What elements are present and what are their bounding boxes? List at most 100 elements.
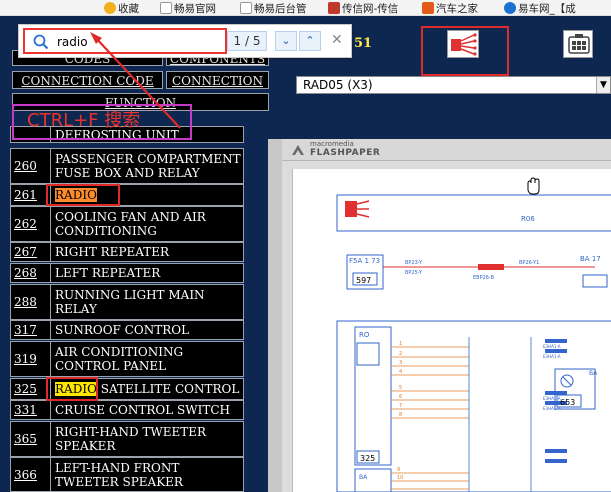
pin-number: 2 [399,351,402,357]
star-icon [104,2,116,14]
row-title: AIR CONDITIONING CONTROL PANEL [53,342,241,376]
find-prev-button[interactable]: ⌃ [299,31,321,51]
left-panel-edge [268,139,282,492]
connector-pins-icon [451,33,477,56]
module-code: 325 [360,454,375,463]
pin-number: 7 [399,403,402,409]
find-match-count: 1 / 5 [227,31,267,51]
row-number[interactable]: 260 [11,149,51,183]
row-title-text: LEFT-HAND FRONT TWEETER SPEAKER [55,460,183,489]
bookmarks-bar: 收藏 畅易官网 畅易后台管 传信网-传信 汽车之家 易车网_【成 [0,0,611,16]
annotation-arrow [90,32,181,129]
pin-number: 3 [399,360,402,366]
bookmark-changyi-site[interactable]: 畅易官网 [160,1,216,16]
bookmark-label: 易车网_【成 [518,3,576,15]
wiring-diagram: R06 F5A 1 73 597 EBP26-B BP23-Y BP25-Y B… [336,177,611,492]
connector-select[interactable]: RAD05 (X3) ▼ [296,76,611,94]
table-row[interactable]: 260 PASSENGER COMPARTMENT FUSE BOX AND RE… [10,148,244,184]
pin-number: 6 [399,394,402,400]
row-number[interactable]: 366 [11,458,51,491]
row-title: LEFT REPEATER [53,264,241,282]
module-code: 653 [560,398,575,407]
table-row[interactable]: 365 RIGHT-HAND TWEETER SPEAKER [10,421,244,457]
connector-diagram-button[interactable] [447,30,479,58]
row-title-text: RIGHT REPEATER [55,245,170,259]
row-title: PASSENGER COMPARTMENT FUSE BOX AND RELAY [53,149,241,183]
row-title: SUNROOF CONTROL [53,321,241,339]
row-title-text: RUNNING LIGHT MAIN RELAY [55,288,205,316]
wire-label: BP26-Y1 [519,260,539,266]
row-number[interactable]: 267 [11,243,51,261]
car-home-icon [422,2,434,14]
connector-view-button[interactable] [563,30,593,58]
row-title-text: COOLING FAN AND AIR CONDITIONING [55,210,206,238]
match-highlight-box [46,377,98,401]
row-number[interactable]: 325 [11,379,51,399]
flashpaper-brand: macromedia FLASHPAPER [310,140,380,158]
module-label: BA [589,370,598,377]
row-number[interactable]: 319 [11,342,51,376]
row-title-text: AIR CONDITIONING CONTROL PANEL [55,345,184,373]
bookmark-changyi-admin[interactable]: 畅易后台管 [240,1,307,16]
wire-mid-label: EBP26-B [473,275,495,281]
bookmark-label: 收藏 [118,3,139,15]
table-row[interactable]: 317 SUNROOF CONTROL [10,320,244,340]
row-number[interactable]: 365 [11,422,51,456]
connector-pins-icon [345,200,370,218]
bookmark-yiche[interactable]: 易车网_【成 [504,1,576,16]
chevron-down-icon[interactable]: ▼ [596,77,610,93]
row-title-text: SUNROOF CONTROL [55,323,190,337]
row-title: COOLING FAN AND AIR CONDITIONING [53,207,241,241]
table-row[interactable]: 268 LEFT REPEATER [10,263,244,283]
search-icon [33,34,49,50]
row-number[interactable]: 317 [11,321,51,339]
row-title: RIGHT REPEATER [53,243,241,261]
tag-label: E3HA1-A [543,344,561,349]
row-number[interactable]: 288 [11,285,51,319]
diagram-top-label: R06 [521,215,535,223]
row-number[interactable]: 262 [11,207,51,241]
row-title: CRUISE CONTROL SWITCH [53,401,241,419]
bookmark-label: 畅易官网 [174,3,216,15]
right-box-label: BA 17 [580,255,601,263]
doc-icon [160,2,172,14]
row-title-text: LEFT REPEATER [55,266,161,280]
header-partial-title: 51 [354,36,373,51]
row-title-text: RIGHT-HAND TWEETER SPEAKER [55,425,207,453]
wire-label: BP25-Y [405,270,423,276]
yiche-icon [504,2,516,14]
row-number[interactable]: 268 [11,264,51,282]
table-row[interactable]: 319 AIR CONDITIONING CONTROL PANEL [10,341,244,377]
row-number[interactable]: 331 [11,401,51,419]
table-row[interactable]: 366 LEFT-HAND FRONT TWEETER SPEAKER [10,457,244,492]
table-row[interactable]: 267 RIGHT REPEATER [10,242,244,262]
pin-number: 5 [399,385,402,391]
bookmark-car-home[interactable]: 汽车之家 [422,1,478,16]
doc-icon [240,2,252,14]
table-row[interactable]: 288 RUNNING LIGHT MAIN RELAY [10,284,244,320]
table-row[interactable]: 331 CRUISE CONTROL SWITCH [10,400,244,420]
connector-face-icon [568,34,590,54]
row-title-text: PASSENGER COMPARTMENT FUSE BOX AND RELAY [55,152,241,180]
diagram-page[interactable]: R06 F5A 1 73 597 EBP26-B BP23-Y BP25-Y B… [292,169,611,492]
bookmark-favorites[interactable]: 收藏 [104,1,139,16]
brand-bottom: FLASHPAPER [310,148,381,158]
close-icon[interactable]: ✕ [331,32,343,48]
bookmark-chuanxin[interactable]: 传信网-传信 [328,1,398,16]
row-number[interactable]: 261 [11,185,51,205]
bookmark-label: 畅易后台管 [254,3,307,15]
wire-label: BP23-Y [405,260,423,266]
find-next-button[interactable]: ⌄ [275,31,297,51]
bookmark-label: 传信网-传信 [342,3,399,15]
connector-select-value: RAD05 (X3) [303,78,373,92]
row-title-rest: SATELLITE CONTROL [96,382,240,396]
chevron-up-icon: ⌃ [305,34,315,47]
tag-label: E3HA1-A [543,354,561,359]
pin-number: 1 [399,341,402,347]
module-label: BA [359,474,368,481]
row-title-text: CRUISE CONTROL SWITCH [55,403,230,417]
hand-cursor-icon [527,177,540,195]
pin-number: 4 [399,369,402,375]
match-highlight-box [46,184,120,206]
table-row[interactable]: 262 COOLING FAN AND AIR CONDITIONING [10,206,244,242]
